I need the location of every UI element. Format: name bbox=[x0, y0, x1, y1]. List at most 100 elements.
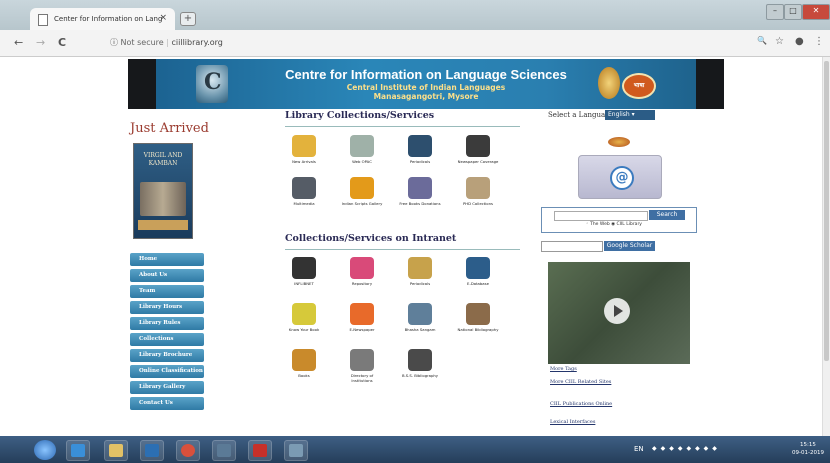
service-icon bbox=[350, 177, 374, 199]
page-scrollbar[interactable] bbox=[822, 57, 830, 436]
google-scholar-button[interactable]: Google Scholar bbox=[604, 241, 655, 251]
forward-icon[interactable]: → bbox=[36, 36, 45, 49]
pdf-reader-icon[interactable] bbox=[248, 440, 272, 461]
service-label: E-Database bbox=[467, 281, 489, 286]
window-close-button[interactable]: ✕ bbox=[802, 4, 830, 20]
link-lexical-interfaces[interactable]: Lexical Interfaces bbox=[550, 419, 595, 425]
notes-app-icon[interactable] bbox=[284, 440, 308, 461]
service-icon bbox=[408, 177, 432, 199]
left-nav-menu: Home About Us Team Library Hours Library Rul… bbox=[130, 253, 204, 413]
service-label: Multimedia bbox=[293, 201, 315, 206]
service-books[interactable]: Books bbox=[282, 349, 326, 378]
service-bhasha-sangam[interactable]: Bhasha Sangam bbox=[398, 303, 442, 332]
system-tray-icons[interactable]: ◆◆◆◆◆◆◆◆ bbox=[652, 445, 721, 452]
back-icon[interactable]: ← bbox=[14, 36, 23, 49]
library-search-input[interactable] bbox=[554, 211, 648, 221]
page-icon bbox=[38, 14, 48, 26]
service-web-opac[interactable]: Web OPAC bbox=[340, 135, 384, 164]
service-newspaper-coverage[interactable]: Newspaper Coverage bbox=[456, 135, 500, 164]
service-label: E-Newspaper bbox=[349, 327, 375, 332]
network-app-icon[interactable] bbox=[212, 440, 236, 461]
scrollbar-thumb[interactable] bbox=[824, 61, 829, 361]
nav-item-online-classification[interactable]: Online Classification bbox=[130, 365, 204, 378]
service-label: B.S.S. Bibliography bbox=[401, 373, 439, 378]
nav-item-about-us[interactable]: About Us bbox=[130, 269, 204, 282]
bookmark-star-icon[interactable]: ☆ bbox=[775, 36, 784, 47]
service-icon bbox=[292, 349, 316, 371]
file-explorer-icon[interactable] bbox=[104, 440, 128, 461]
service-periodicals[interactable]: Periodicals bbox=[398, 135, 442, 164]
play-icon[interactable] bbox=[604, 298, 630, 324]
library-collections-heading: Library Collections/Services bbox=[285, 110, 435, 121]
url-text: ciillibrary.org bbox=[171, 38, 223, 47]
maximize-button[interactable]: □ bbox=[784, 4, 802, 20]
service-inflibnet[interactable]: INFLIBNET bbox=[282, 257, 326, 286]
service-know-your-book[interactable]: Know Your Book bbox=[282, 303, 326, 332]
service-indian-scripts-gallery[interactable]: Indian Scripts Gallery bbox=[340, 177, 384, 206]
new-tab-button[interactable]: + bbox=[180, 12, 196, 26]
service-periodicals[interactable]: Periodicals bbox=[398, 257, 442, 286]
service-e-newspaper[interactable]: E-Newspaper bbox=[340, 303, 384, 332]
nav-item-contact-us[interactable]: Contact Us bbox=[130, 397, 204, 410]
service-new-arrivals[interactable]: New Arrivals bbox=[282, 135, 326, 164]
address-bar[interactable]: ⓘ Not secure | ciillibrary.org bbox=[110, 34, 750, 51]
book-title: VIRGIL AND KAMBAN bbox=[143, 152, 183, 167]
minimize-button[interactable]: – bbox=[766, 4, 784, 20]
nav-item-library-gallery[interactable]: Library Gallery bbox=[130, 381, 204, 394]
nav-item-library-brochure[interactable]: Library Brochure bbox=[130, 349, 204, 362]
tab-close-icon[interactable]: × bbox=[159, 13, 167, 23]
service-phd-collections[interactable]: PHD Collections bbox=[456, 177, 500, 206]
nav-item-library-hours[interactable]: Library Hours bbox=[130, 301, 204, 314]
reload-icon[interactable]: C bbox=[58, 36, 66, 49]
search-scope-options[interactable]: ◦ The Web ◉ CIIL Library bbox=[586, 222, 642, 227]
internet-explorer-icon[interactable] bbox=[66, 440, 90, 461]
language-select[interactable]: English ▾ bbox=[605, 110, 655, 120]
video-player[interactable] bbox=[548, 262, 690, 364]
nav-item-home[interactable]: Home bbox=[130, 253, 204, 266]
service-national-bibliography[interactable]: National Bibliography bbox=[456, 303, 500, 332]
service-icon bbox=[408, 135, 432, 157]
service-label: Periodicals bbox=[409, 281, 431, 286]
service-multimedia[interactable]: Multimedia bbox=[282, 177, 326, 206]
nav-item-library-rules[interactable]: Library Rules bbox=[130, 317, 204, 330]
service-label: Web OPAC bbox=[352, 159, 372, 164]
service-label: Repository bbox=[351, 281, 373, 286]
nav-item-team[interactable]: Team bbox=[130, 285, 204, 298]
taskbar-clock[interactable]: 15:15 09-01-2019 bbox=[792, 441, 824, 457]
service-icon bbox=[350, 349, 374, 371]
language-select-label: Select a Language bbox=[548, 111, 614, 119]
zoom-icon[interactable]: 🔍 bbox=[757, 36, 767, 45]
media-player-icon[interactable] bbox=[140, 440, 164, 461]
service-icon bbox=[292, 135, 316, 157]
google-scholar-input[interactable] bbox=[541, 241, 603, 252]
service-icon bbox=[466, 303, 490, 325]
service-directory-of-institutions[interactable]: Directory of Institutions bbox=[340, 349, 384, 383]
link-related-sites[interactable]: More CIIL Related Sites bbox=[550, 379, 611, 385]
input-language[interactable]: EN bbox=[634, 445, 644, 453]
service-label: New Arrivals bbox=[292, 159, 316, 164]
service-icon bbox=[350, 257, 374, 279]
start-button-icon[interactable] bbox=[34, 440, 56, 460]
search-button[interactable]: Search bbox=[649, 210, 685, 220]
url-separator: | bbox=[166, 38, 169, 47]
nav-item-collections[interactable]: Collections bbox=[130, 333, 204, 346]
info-icon[interactable]: ⓘ bbox=[110, 38, 118, 47]
section-divider bbox=[285, 249, 520, 250]
intranet-collections-heading: Collections/Services on Intranet bbox=[285, 233, 457, 244]
link-more-tags[interactable]: More Tags bbox=[550, 366, 577, 372]
service-icon bbox=[466, 177, 490, 199]
browser-menu-icon[interactable]: ⋮ bbox=[814, 36, 824, 47]
chrome-icon[interactable] bbox=[176, 440, 200, 461]
service-label: Periodicals bbox=[409, 159, 431, 164]
new-book-cover[interactable]: VIRGIL AND KAMBAN bbox=[133, 143, 193, 239]
service-icon bbox=[350, 303, 374, 325]
service-e-database[interactable]: E-Database bbox=[456, 257, 500, 286]
link-publications-online[interactable]: CIIL Publications Online bbox=[550, 401, 612, 407]
browser-tab[interactable]: Center for Information on Lang × bbox=[30, 8, 175, 30]
profile-icon[interactable]: ● bbox=[795, 36, 804, 47]
service-free-books-donations[interactable]: Free Books Donations bbox=[398, 177, 442, 206]
service-icon bbox=[408, 303, 432, 325]
clock-date: 09-01-2019 bbox=[792, 450, 824, 456]
service-b-s-s-bibliography[interactable]: B.S.S. Bibliography bbox=[398, 349, 442, 378]
service-repository[interactable]: Repository bbox=[340, 257, 384, 286]
